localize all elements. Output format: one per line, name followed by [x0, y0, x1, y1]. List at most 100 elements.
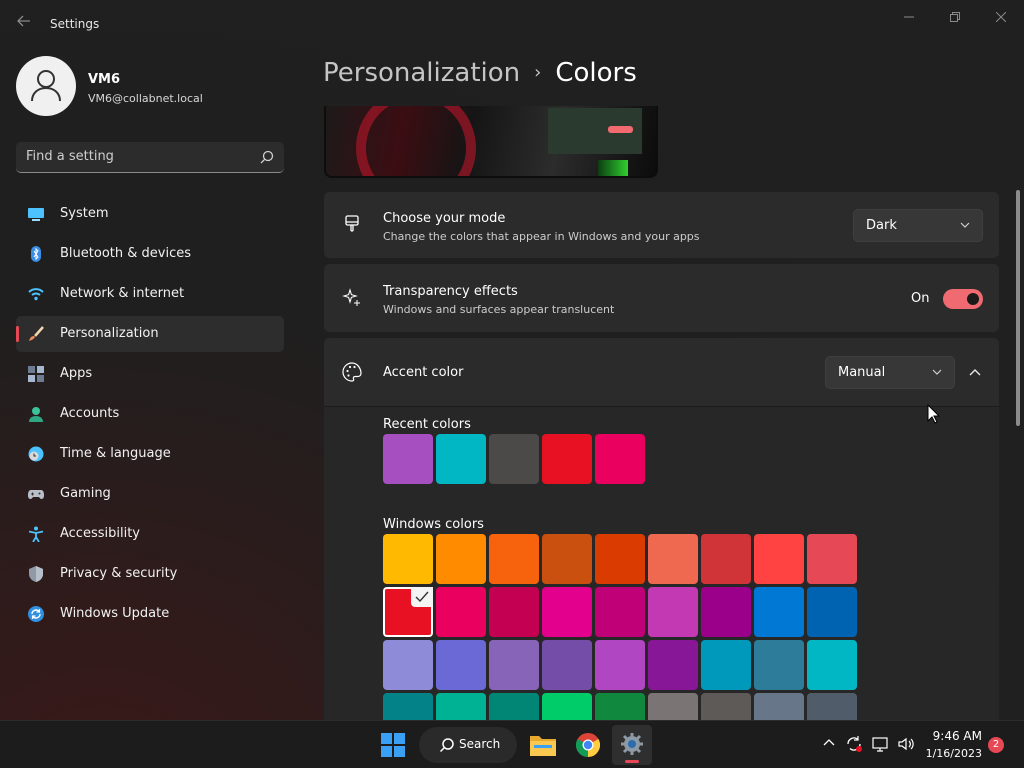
windows-color-swatch[interactable] — [648, 534, 698, 584]
network-icon — [872, 737, 888, 752]
sidebar-item-personalization[interactable]: Personalization — [16, 316, 284, 352]
windows-color-swatch[interactable] — [436, 640, 486, 690]
accent-mode-dropdown[interactable]: Manual — [825, 356, 955, 389]
accent-color-card[interactable]: Accent color Manual — [324, 338, 999, 406]
windows-color-swatch[interactable] — [489, 534, 539, 584]
windows-color-swatch[interactable] — [383, 534, 433, 584]
windows-color-swatch[interactable] — [383, 640, 433, 690]
sync-status-button[interactable] — [844, 735, 864, 755]
windows-color-swatch[interactable] — [542, 587, 592, 637]
sidebar-item-accounts[interactable]: Accounts — [16, 396, 284, 432]
windows-color-swatch[interactable] — [754, 587, 804, 637]
recent-colors-label: Recent colors — [383, 417, 471, 432]
clock-date[interactable]: 1/16/2023 — [918, 747, 982, 760]
sidebar-item-accessibility[interactable]: Accessibility — [16, 516, 284, 552]
content-scroll-area[interactable]: Choose your mode Change the colors that … — [323, 106, 1003, 720]
show-hidden-icons-button[interactable] — [819, 735, 839, 755]
windows-color-swatch[interactable] — [489, 587, 539, 637]
search-input[interactable]: Find a setting — [16, 142, 284, 173]
transparency-toggle[interactable] — [943, 289, 983, 309]
windows-color-swatch[interactable] — [648, 640, 698, 690]
sidebar-item-privacy-security[interactable]: Privacy & security — [16, 556, 284, 592]
sidebar-item-windows-update[interactable]: Windows Update — [16, 596, 284, 632]
windows-color-swatch[interactable] — [701, 587, 751, 637]
windows-color-swatch[interactable] — [542, 534, 592, 584]
back-arrow-icon — [17, 15, 30, 27]
windows-color-swatch[interactable] — [807, 640, 857, 690]
file-explorer-button[interactable] — [523, 725, 563, 765]
windows-color-swatch[interactable] — [754, 640, 804, 690]
chevron-down-icon — [932, 369, 942, 375]
windows-color-swatch[interactable] — [436, 587, 486, 637]
chrome-button[interactable] — [568, 725, 608, 765]
windows-color-swatch[interactable] — [542, 693, 592, 720]
wifi-icon — [28, 288, 44, 301]
windows-color-swatch[interactable] — [595, 640, 645, 690]
recent-color-swatch[interactable] — [489, 434, 539, 484]
clock-time[interactable]: 9:46 AM — [930, 729, 982, 743]
windows-color-swatch[interactable] — [436, 534, 486, 584]
avatar — [16, 56, 76, 116]
windows-color-swatch[interactable] — [754, 534, 804, 584]
sidebar-item-network[interactable]: Network & internet — [16, 276, 284, 312]
windows-color-swatch[interactable] — [595, 693, 645, 720]
recent-color-swatch[interactable] — [383, 434, 433, 484]
toggle-knob — [967, 293, 979, 305]
maximize-button[interactable] — [935, 6, 975, 30]
windows-color-swatch[interactable] — [489, 693, 539, 720]
sidebar-item-system[interactable]: System — [16, 196, 284, 232]
sidebar-item-bluetooth[interactable]: Bluetooth & devices — [16, 236, 284, 272]
recent-colors-row — [383, 434, 645, 484]
windows-color-swatch[interactable] — [489, 640, 539, 690]
start-button[interactable] — [373, 725, 413, 765]
windows-color-swatch[interactable] — [807, 534, 857, 584]
notification-badge[interactable]: 2 — [988, 737, 1004, 753]
taskbar-search-button[interactable]: Search — [419, 727, 517, 763]
sidebar-item-gaming[interactable]: Gaming — [16, 476, 284, 512]
scrollbar[interactable] — [1016, 190, 1020, 426]
windows-color-swatch[interactable] — [648, 587, 698, 637]
windows-color-swatch[interactable] — [701, 640, 751, 690]
windows-color-swatch[interactable] — [595, 534, 645, 584]
sidebar-item-time-language[interactable]: Time & language — [16, 436, 284, 472]
network-button[interactable] — [871, 735, 891, 755]
recent-color-swatch[interactable] — [436, 434, 486, 484]
windows-color-swatch[interactable] — [595, 587, 645, 637]
windows-color-swatch-selected[interactable] — [383, 587, 433, 637]
windows-color-swatch[interactable] — [542, 640, 592, 690]
mode-dropdown[interactable]: Dark — [853, 209, 983, 242]
windows-color-swatch[interactable] — [436, 693, 486, 720]
paint-brush-icon — [345, 215, 359, 232]
recent-color-swatch[interactable] — [542, 434, 592, 484]
windows-start-icon — [381, 733, 405, 757]
sidebar-item-label: Gaming — [60, 486, 111, 501]
windows-color-swatch[interactable] — [807, 587, 857, 637]
update-icon — [28, 606, 44, 622]
back-button[interactable] — [14, 14, 34, 34]
sidebar-item-apps[interactable]: Apps — [16, 356, 284, 392]
windows-color-swatch[interactable] — [648, 693, 698, 720]
preview-accent-chip — [608, 126, 633, 133]
active-app-indicator — [625, 760, 639, 763]
windows-color-swatch[interactable] — [754, 693, 804, 720]
bluetooth-icon — [31, 246, 41, 262]
windows-color-swatch[interactable] — [807, 693, 857, 720]
sync-icon — [847, 736, 862, 752]
search-icon — [260, 150, 274, 164]
close-button[interactable] — [981, 6, 1021, 30]
windows-colors-row — [383, 587, 857, 637]
windows-color-swatch[interactable] — [383, 693, 433, 720]
collapse-button[interactable] — [960, 357, 990, 387]
volume-button[interactable] — [896, 735, 916, 755]
user-profile[interactable]: VM6 VM6@collabnet.local — [16, 56, 296, 118]
close-icon — [995, 11, 1007, 23]
minimize-button[interactable] — [889, 6, 929, 30]
recent-color-swatch[interactable] — [595, 434, 645, 484]
windows-color-swatch[interactable] — [701, 693, 751, 720]
checkmark-icon — [415, 591, 429, 603]
settings-app-button[interactable] — [612, 725, 652, 765]
mode-value: Dark — [866, 218, 897, 233]
taskbar-search-label: Search — [459, 737, 501, 751]
breadcrumb-parent[interactable]: Personalization — [323, 58, 520, 88]
windows-color-swatch[interactable] — [701, 534, 751, 584]
